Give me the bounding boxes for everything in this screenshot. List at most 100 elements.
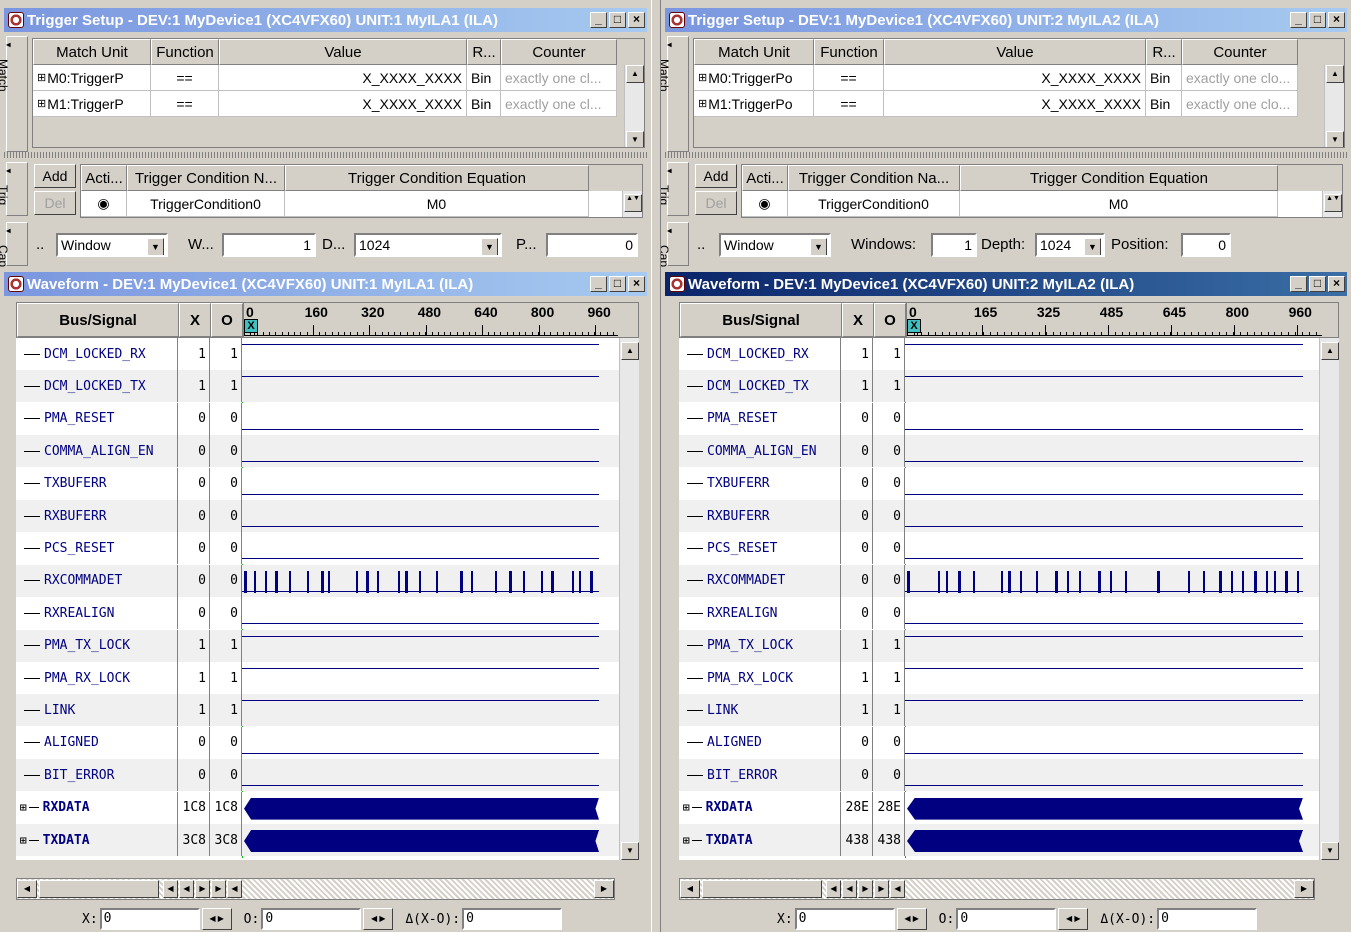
match-scrollbar[interactable]: ▲ ▼ — [624, 65, 644, 147]
scroll-thumb[interactable] — [702, 880, 822, 898]
trig-col-header[interactable]: Trigger Condition N... — [127, 165, 285, 191]
expand-plus-icon[interactable]: ⊞ — [683, 801, 690, 814]
signal-row[interactable]: PCS_RESET 0 0 — [679, 532, 1319, 565]
signal-row[interactable]: PMA_RESET 0 0 — [679, 402, 1319, 435]
signal-row[interactable]: PMA_TX_LOCK 1 1 — [679, 629, 1319, 662]
signal-name[interactable]: DCM_LOCKED_TX — [16, 370, 178, 403]
pane-splitter[interactable] — [651, 0, 661, 932]
signal-name[interactable]: DCM_LOCKED_RX — [679, 338, 841, 370]
dropdown-arrow-icon[interactable]: ▼ — [1084, 238, 1101, 255]
match-unit-row[interactable]: ⊞ M1:TriggerPo == X_XXXX_XXXX Bin exactly one… — [694, 91, 1298, 117]
scroll-up-icon[interactable]: ▲ — [626, 65, 644, 83]
signal-row[interactable]: ALIGNED 0 0 — [679, 726, 1319, 759]
match-col-header[interactable]: R... — [467, 39, 501, 65]
delete-condition-button[interactable]: Del — [34, 191, 76, 215]
signal-row[interactable]: RXREALIGN 0 0 — [16, 597, 619, 630]
signal-row[interactable]: PMA_RX_LOCK 1 1 — [679, 662, 1319, 694]
match-col-header[interactable]: Value — [219, 39, 467, 65]
trig-col-header[interactable]: Acti... — [81, 165, 127, 191]
waveform-titlebar[interactable]: Waveform - DEV:1 MyDevice1 (XC4VFX60) UN… — [665, 272, 1347, 296]
signal-name[interactable]: PCS_RESET — [16, 532, 178, 565]
scroll-thumb[interactable] — [39, 880, 159, 898]
spin-icon[interactable]: ▲▼ — [624, 194, 642, 212]
signal-name[interactable]: PMA_RX_LOCK — [16, 662, 178, 694]
signal-row[interactable]: TXBUFERR 0 0 — [16, 467, 619, 500]
collapse-arrow-icon[interactable]: ▼ — [665, 227, 674, 235]
signal-row[interactable]: RXBUFERR 0 0 — [16, 500, 619, 532]
delete-condition-button[interactable]: Del — [695, 191, 737, 215]
cursor-step-arrows-icon[interactable]: ◀ ▶ — [201, 908, 232, 930]
dropdown-arrow-icon[interactable]: ▼ — [147, 238, 164, 255]
expand-plus-icon[interactable]: ⊞ — [20, 834, 27, 847]
signal-name[interactable]: PMA_TX_LOCK — [679, 629, 841, 662]
match-col-header[interactable]: Counter — [501, 39, 617, 65]
trig-col-header[interactable]: Trigger Condition Equation — [285, 165, 589, 191]
maximize-icon[interactable]: □ — [609, 12, 626, 28]
waveform-vertical-scrollbar[interactable]: ▲ ▼ — [619, 338, 639, 860]
position-input[interactable]: 0 — [1181, 233, 1231, 257]
match-cell[interactable]: ⊞ M1:TriggerPo — [694, 91, 814, 117]
signal-name[interactable]: COMMA_ALIGN_EN — [679, 435, 841, 468]
close-icon[interactable]: × — [628, 276, 645, 292]
scroll-down-icon[interactable]: ▼ — [1326, 131, 1344, 147]
signal-row[interactable]: DCM_LOCKED_RX 1 1 — [679, 338, 1319, 370]
scroll-left-icon[interactable]: ◀ — [179, 880, 194, 898]
signal-row[interactable]: PMA_TX_LOCK 1 1 — [16, 629, 619, 662]
signal-row[interactable]: ⊞ RXDATA 28E 28E — [679, 791, 1319, 824]
signal-row[interactable]: ⊞ TXDATA 438 438 — [679, 824, 1319, 856]
match-cell[interactable]: ⊞ M0:TriggerP — [33, 65, 151, 91]
signal-name[interactable]: LINK — [16, 694, 178, 727]
match-scrollbar[interactable]: ▲ ▼ — [1324, 65, 1344, 147]
signal-row[interactable]: BIT_ERROR 0 0 — [679, 759, 1319, 792]
expand-plus-icon[interactable]: ⊞ — [20, 801, 27, 814]
signal-row[interactable]: PCS_RESET 0 0 — [16, 532, 619, 565]
scroll-left-icon[interactable]: ◀ — [163, 880, 178, 898]
trig-col-header[interactable]: Trigger Condition Equation — [960, 165, 1278, 191]
match-col-header[interactable]: Match Unit — [33, 39, 151, 65]
x-cursor-field[interactable]: 0 — [794, 908, 895, 930]
collapse-arrow-icon[interactable]: ▼ — [665, 41, 674, 49]
close-icon[interactable]: × — [1328, 276, 1345, 292]
signal-row[interactable]: LINK 1 1 — [16, 694, 619, 727]
match-col-header[interactable]: Value — [884, 39, 1146, 65]
dropdown-arrow-icon[interactable]: ▼ — [481, 238, 498, 255]
match-col-header[interactable]: Function — [151, 39, 219, 65]
match-col-header[interactable]: Match Unit — [694, 39, 814, 65]
signal-name[interactable]: ⊞ RXDATA — [16, 791, 178, 824]
trigger-setup-titlebar[interactable]: Trigger Setup - DEV:1 MyDevice1 (XC4VFX6… — [4, 8, 647, 32]
delta-cursor-field[interactable]: 0 — [1157, 908, 1258, 930]
match-col-header[interactable]: R... — [1146, 39, 1182, 65]
scroll-up-icon[interactable]: ▲ — [621, 342, 639, 360]
x-column-header[interactable]: X — [179, 303, 211, 337]
signal-name[interactable]: DCM_LOCKED_RX — [16, 338, 178, 370]
scroll-right-icon[interactable]: ▶ — [858, 880, 873, 898]
position-input[interactable]: 0 — [546, 233, 638, 257]
time-ruler[interactable]: 0 165 325 485 645 800 960 X — [906, 303, 1322, 337]
cursor-step-arrows-icon[interactable]: ◀ ▶ — [1058, 908, 1089, 930]
scroll-up-icon[interactable]: ▲ — [1321, 342, 1339, 360]
match-cell[interactable]: ⊞ M1:TriggerP — [33, 91, 151, 117]
waveform-titlebar[interactable]: Waveform - DEV:1 MyDevice1 (XC4VFX60) UN… — [4, 272, 647, 296]
signal-row[interactable]: ⊞ RXDATA 1C8 1C8 — [16, 791, 619, 824]
maximize-icon[interactable]: □ — [1309, 276, 1326, 292]
signal-name[interactable]: PMA_RESET — [679, 402, 841, 435]
o-cursor-field[interactable]: 0 — [956, 908, 1057, 930]
dropdown-arrow-icon[interactable]: ▼ — [810, 238, 827, 255]
match-unit-row[interactable]: ⊞ M0:TriggerP == X_XXXX_XXXX Bin exactly one … — [33, 65, 617, 91]
trig-col-header[interactable]: Trigger Condition Na... — [788, 165, 960, 191]
capture-mode-select[interactable]: Window ▼ — [719, 233, 831, 257]
x-column-header[interactable]: X — [842, 303, 874, 337]
signal-name[interactable]: DCM_LOCKED_TX — [679, 370, 841, 403]
scroll-right-icon[interactable]: ▶ — [594, 880, 614, 898]
signal-row[interactable]: RXBUFERR 0 0 — [679, 500, 1319, 532]
close-icon[interactable]: × — [1328, 12, 1345, 28]
collapse-arrow-icon[interactable]: ▼ — [4, 167, 13, 175]
signal-row[interactable]: RXREALIGN 0 0 — [679, 597, 1319, 630]
bus-signal-header[interactable]: Bus/Signal — [17, 303, 179, 337]
signal-row[interactable]: RXCOMMADET 0 0 — [679, 564, 1319, 597]
signal-row[interactable]: ⊞ TXDATA 3C8 3C8 — [16, 824, 619, 856]
collapse-arrow-icon[interactable]: ▼ — [665, 167, 674, 175]
signal-name[interactable]: PMA_RX_LOCK — [679, 662, 841, 694]
scroll-left-icon[interactable]: ◀ — [826, 880, 841, 898]
signal-name[interactable]: ⊞ TXDATA — [679, 824, 841, 856]
